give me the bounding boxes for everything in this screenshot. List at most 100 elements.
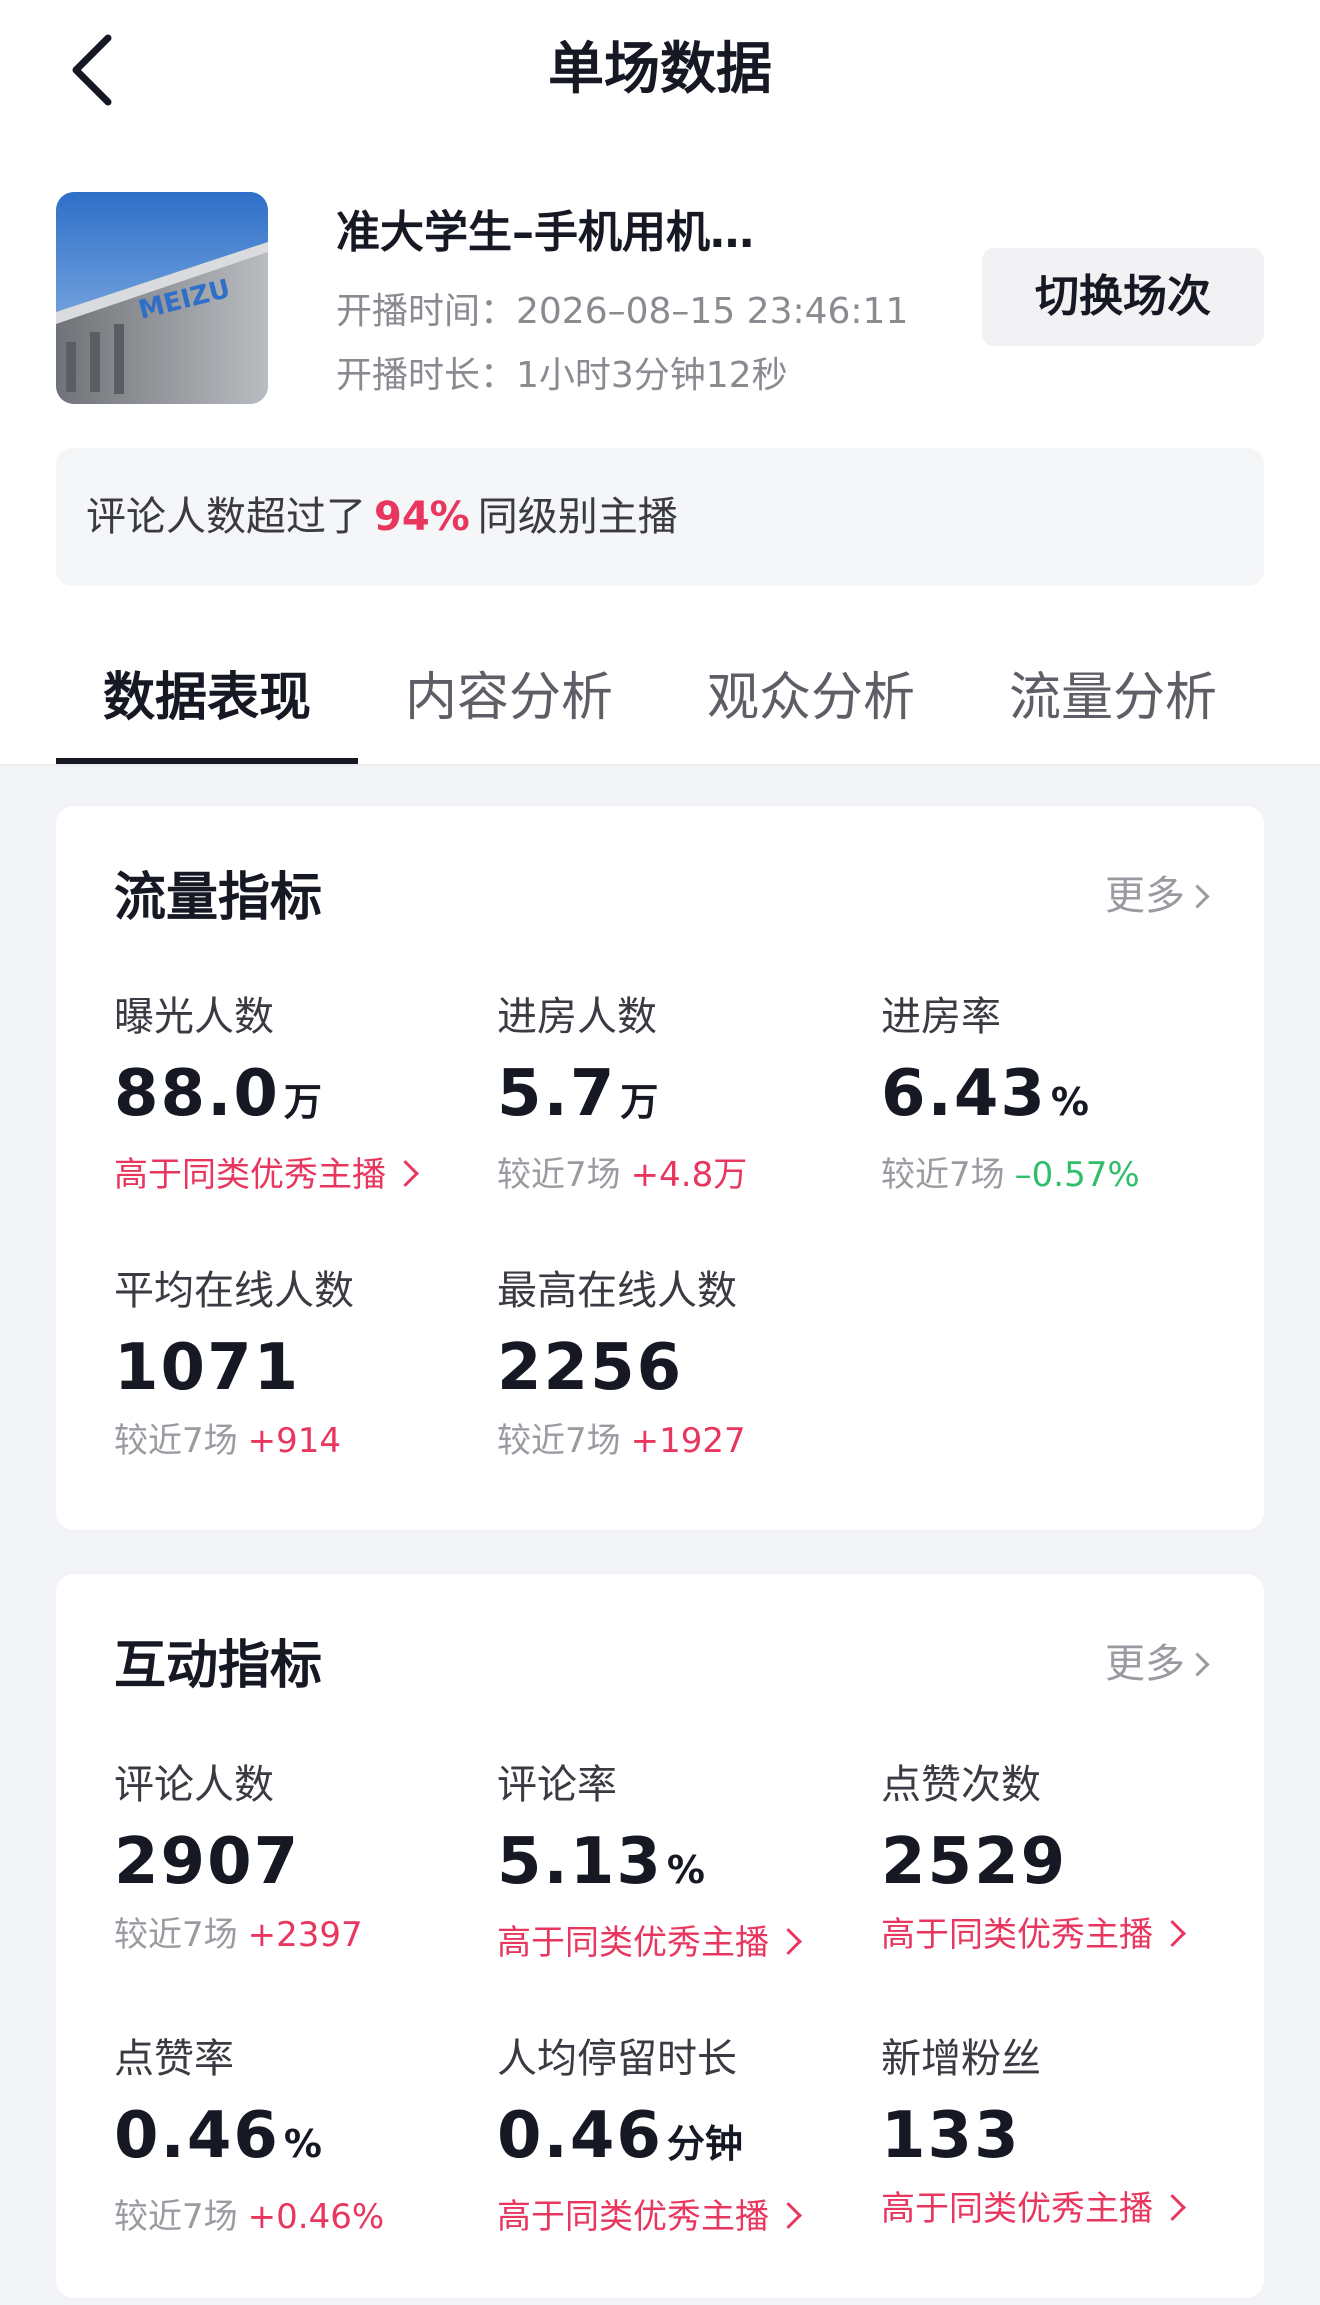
metric-unit: % (1050, 1080, 1089, 1124)
excellent-link[interactable]: 高于同类优秀主播 (114, 1152, 494, 1198)
delta-value: +914 (247, 1421, 342, 1461)
more-label: 更多 (1105, 873, 1185, 919)
excellent-label: 高于同类优秀主播 (497, 2197, 769, 2237)
live-duration: 开播时长：1小时3分钟12秒 (336, 355, 788, 396)
more-link[interactable]: 更多 (1105, 1636, 1210, 1692)
metric-value: 5.13% (497, 1824, 877, 1908)
metric-peak-online: 最高在线人数 2256 较近7场 +1927 (497, 1266, 877, 1464)
metric-compare: 较近7场 +1927 (497, 1418, 877, 1464)
metric-value: 1071 (114, 1330, 494, 1406)
chevron-right-icon (775, 1928, 802, 1955)
delta-value: +0.46% (247, 2197, 385, 2237)
card-title: 流量指标 (114, 868, 323, 928)
metric-number: 0.46 (497, 2099, 663, 2173)
live-start-time: 开播时间：2026–08–15 23:46:11 (336, 291, 909, 332)
metric-label: 进房率 (881, 994, 1001, 1040)
metric-unit: % (666, 1848, 705, 1892)
metric-unit: % (283, 2122, 322, 2166)
rank-suffix: 同级别主播 (477, 494, 678, 540)
metric-number: 5.13 (497, 1825, 663, 1899)
excellent-link[interactable]: 高于同类优秀主播 (497, 2194, 877, 2240)
metric-unit: 万 (283, 1080, 322, 1124)
metric-label: 曝光人数 (114, 994, 274, 1040)
metric-label: 进房人数 (497, 994, 657, 1040)
metric-number: 2256 (497, 1331, 684, 1405)
compare-label: 较近7场 (881, 1155, 1005, 1195)
tab-traffic-analysis[interactable]: 流量分析 (962, 640, 1264, 764)
metric-label: 人均停留时长 (497, 2036, 737, 2082)
card-title: 互动指标 (114, 1636, 323, 1696)
tab-content-analysis[interactable]: 内容分析 (358, 640, 660, 764)
chevron-right-icon (1159, 2194, 1186, 2221)
building-image: MEIZU (56, 192, 268, 404)
page-title: 单场数据 (548, 37, 772, 102)
metric-label: 点赞次数 (881, 1762, 1041, 1808)
excellent-label: 高于同类优秀主播 (881, 2189, 1153, 2229)
metric-compare: 较近7场 –0.57% (881, 1152, 1261, 1198)
more-label: 更多 (1105, 1641, 1185, 1687)
live-session-card: MEIZU 准大学生–手机用机… 开播时间：2026–08–15 23:46:1… (56, 192, 1264, 404)
compare-label: 较近7场 (114, 2197, 238, 2237)
metric-label: 最高在线人数 (497, 1268, 737, 1314)
delta-value: +1927 (630, 1421, 746, 1461)
traffic-metrics-card: 流量指标 更多 曝光人数 88.0 万 高于同类优秀主播 进房人数 5.7 万 较近… (56, 806, 1264, 1530)
metric-entry-rate: 进房率 6.43% 较近7场 –0.57% (881, 992, 1261, 1198)
metric-exposure: 曝光人数 88.0 万 高于同类优秀主播 (114, 992, 494, 1198)
metric-value: 0.46 分钟 (497, 2098, 877, 2182)
excellent-link[interactable]: 高于同类优秀主播 (497, 1920, 877, 1966)
metric-number: 133 (881, 2099, 1021, 2173)
metric-avg-online: 平均在线人数 1071 较近7场 +914 (114, 1266, 494, 1464)
metric-number: 1071 (114, 1331, 301, 1405)
metric-value: 6.43% (881, 1056, 1261, 1140)
metric-number: 5.7 (497, 1057, 617, 1131)
chevron-right-icon (775, 2202, 802, 2229)
chevron-right-icon (1185, 884, 1210, 909)
rank-prefix: 评论人数超过了 (86, 494, 366, 540)
live-title: 准大学生–手机用机… (336, 207, 754, 258)
rank-percent: 94% (374, 494, 470, 540)
chevron-right-icon (392, 1160, 419, 1187)
metric-unit: 万 (620, 1080, 659, 1124)
rank-banner: 评论人数超过了 94% 同级别主播 (56, 448, 1264, 586)
metric-number: 2907 (114, 1825, 301, 1899)
chevron-right-icon (1159, 1920, 1186, 1947)
excellent-label: 高于同类优秀主播 (497, 1923, 769, 1963)
excellent-link[interactable]: 高于同类优秀主播 (881, 1912, 1261, 1958)
metric-comment-rate: 评论率 5.13% 高于同类优秀主播 (497, 1760, 877, 1966)
metric-compare: 较近7场 +0.46% (114, 2194, 494, 2240)
delta-value: +4.8万 (630, 1155, 748, 1195)
compare-label: 较近7场 (114, 1421, 238, 1461)
rank-text: 评论人数超过了 94% 同级别主播 (86, 448, 678, 586)
metric-number: 2529 (881, 1825, 1068, 1899)
excellent-label: 高于同类优秀主播 (114, 1155, 386, 1195)
metric-value: 133 (881, 2098, 1261, 2174)
chevron-right-icon (1185, 1652, 1210, 1677)
metric-compare: 较近7场 +2397 (114, 1912, 494, 1958)
compare-label: 较近7场 (497, 1421, 621, 1461)
compare-label: 较近7场 (114, 1915, 238, 1955)
metric-commenters: 评论人数 2907 较近7场 +2397 (114, 1760, 494, 1958)
metric-room-entries: 进房人数 5.7 万 较近7场 +4.8万 (497, 992, 877, 1198)
metric-number: 6.43 (881, 1057, 1047, 1131)
metric-label: 平均在线人数 (114, 1268, 354, 1314)
metric-number: 88.0 (114, 1057, 280, 1131)
excellent-link[interactable]: 高于同类优秀主播 (881, 2186, 1261, 2232)
live-thumbnail[interactable]: MEIZU (56, 192, 268, 404)
metric-label: 评论率 (497, 1762, 617, 1808)
metric-unit: 分钟 (666, 2122, 743, 2166)
tab-bar: 数据表现 内容分析 观众分析 流量分析 (0, 640, 1320, 766)
metric-avg-stay: 人均停留时长 0.46 分钟 高于同类优秀主播 (497, 2034, 877, 2240)
more-link[interactable]: 更多 (1105, 868, 1210, 924)
tab-data-performance[interactable]: 数据表现 (56, 640, 358, 764)
compare-label: 较近7场 (497, 1155, 621, 1195)
tab-audience-analysis[interactable]: 观众分析 (660, 640, 962, 764)
delta-value: +2397 (247, 1915, 363, 1955)
metric-likes: 点赞次数 2529 高于同类优秀主播 (881, 1760, 1261, 1958)
active-tab-indicator (56, 758, 358, 764)
metric-compare: 较近7场 +4.8万 (497, 1152, 877, 1198)
metric-label: 新增粉丝 (881, 2036, 1041, 2082)
metric-value: 88.0 万 (114, 1056, 494, 1140)
metric-label: 点赞率 (114, 2036, 234, 2082)
switch-session-button[interactable]: 切换场次 (982, 248, 1264, 346)
metric-number: 0.46 (114, 2099, 280, 2173)
